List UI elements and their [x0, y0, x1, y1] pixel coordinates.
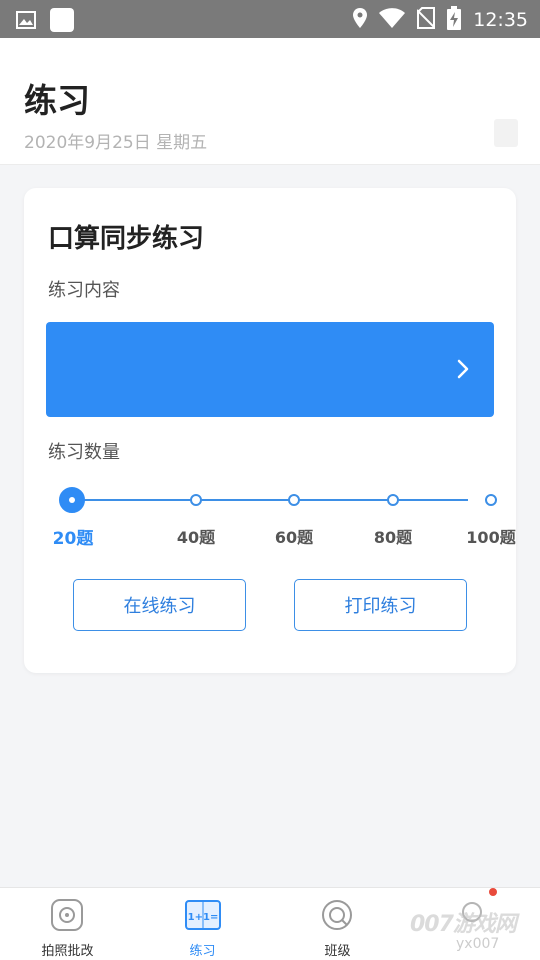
watermark-sub: yx007 — [456, 936, 500, 952]
slider-track — [72, 499, 468, 501]
slider-stop-60[interactable] — [288, 494, 300, 506]
wifi-icon — [379, 8, 406, 32]
nav-item-class[interactable]: 班级 — [270, 888, 405, 960]
nav-label: 班级 — [324, 944, 351, 959]
svg-text:1+1=: 1+1= — [188, 912, 219, 923]
chevron-right-icon — [456, 358, 470, 384]
quantity-option-label[interactable]: 60题 — [254, 524, 334, 548]
quantity-option-label[interactable]: 20题 — [33, 524, 113, 549]
quantity-slider[interactable]: 20题 40题 60题 80题 100题 — [48, 484, 516, 554]
quantity-option-label[interactable]: 40题 — [156, 524, 236, 548]
slider-stop-40[interactable] — [190, 494, 202, 506]
watermark: 007游戏网 — [410, 912, 517, 937]
print-practice-button[interactable]: 打印练习 — [294, 579, 467, 631]
online-practice-button[interactable]: 在线练习 — [73, 579, 246, 631]
battery-charging-icon — [447, 6, 462, 34]
slider-stop-80[interactable] — [387, 494, 399, 506]
nav-label: 练习 — [189, 944, 216, 959]
page-date: 2020年9月25日 星期五 — [24, 133, 208, 153]
exercise-book-icon: 1+1= — [185, 898, 221, 932]
slider-stop-100[interactable] — [485, 494, 497, 506]
page-header: 练习 2020年9月25日 星期五 — [0, 38, 540, 165]
slider-stop-20[interactable] — [59, 487, 85, 513]
app-notification-icon — [50, 8, 74, 36]
content-selector[interactable] — [46, 322, 494, 417]
nav-item-practice[interactable]: 1+1= 练习 — [135, 888, 270, 960]
no-sim-icon — [416, 7, 436, 33]
content-label: 练习内容 — [48, 280, 120, 301]
status-bar: 12:35 — [0, 0, 540, 38]
practice-card: 口算同步练习 练习内容 练习数量 20题 40题 60题 80题 100题 在线… — [24, 188, 516, 673]
header-action-icon[interactable] — [494, 119, 518, 147]
page-title: 练习 — [24, 81, 90, 120]
card-title: 口算同步练习 — [48, 224, 205, 254]
notification-dot — [489, 888, 497, 896]
quantity-label: 练习数量 — [48, 442, 120, 463]
quantity-option-label[interactable]: 80题 — [353, 524, 433, 548]
class-icon — [320, 898, 354, 932]
image-notification-icon — [16, 11, 36, 33]
nav-label: 拍照批改 — [41, 944, 94, 959]
location-icon — [353, 8, 368, 32]
clock-time: 12:35 — [473, 9, 528, 31]
nav-item-photo-grading[interactable]: 拍照批改 — [0, 888, 135, 960]
camera-icon — [50, 898, 84, 932]
quantity-option-label[interactable]: 100题 — [451, 524, 531, 548]
